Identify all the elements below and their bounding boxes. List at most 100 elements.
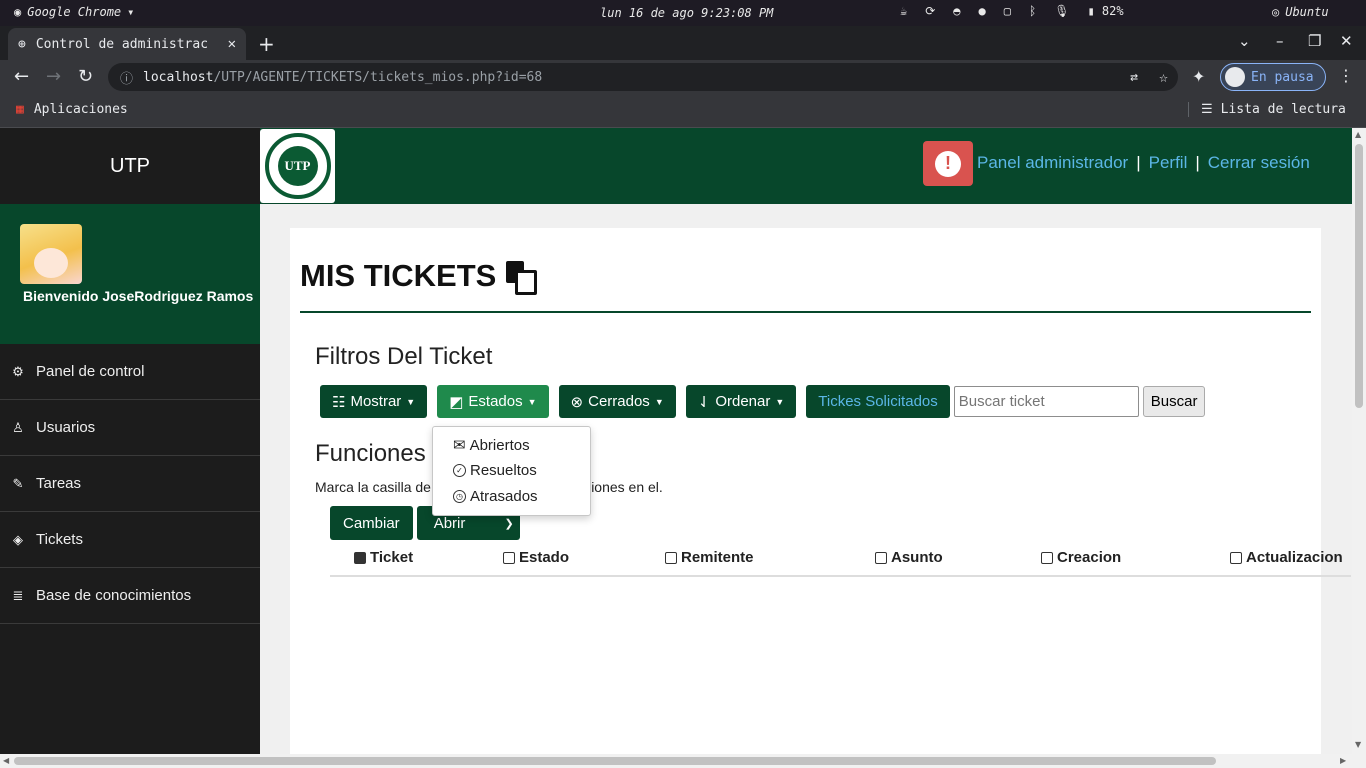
scroll-down-icon[interactable]: ▼ (1355, 740, 1361, 749)
chevron-down-icon: ▾ (127, 5, 135, 19)
x-circle-icon: ⊗ (570, 393, 584, 411)
dropdown-item-atrasados[interactable]: ◷ Atrasados (453, 488, 538, 505)
bookmark-star-icon[interactable]: ☆ (1159, 68, 1168, 86)
link-separator: | (1195, 153, 1200, 172)
header-links: Panel administrador | Perfil | Cerrar se… (977, 153, 1310, 173)
minimize-icon[interactable]: – (1276, 32, 1284, 50)
column-label: Ticket (370, 549, 414, 566)
horizontal-scrollbar[interactable]: ◀ ▶ (0, 754, 1366, 768)
close-tab-icon[interactable]: ✕ (228, 36, 236, 52)
tickes-solicitados-button[interactable]: Tickes Solicitados (806, 385, 950, 418)
apps-bookmark[interactable]: ▦ Aplicaciones (16, 102, 128, 117)
discord-icon[interactable]: ◓ (953, 4, 960, 18)
chevron-down-icon: ❯ (504, 517, 514, 530)
avatar[interactable] (20, 224, 82, 284)
coffee-icon[interactable]: ☕ (900, 4, 907, 18)
sync-icon[interactable]: ⟳ (925, 4, 935, 18)
column-label: Actualizacion (1246, 549, 1343, 566)
screen-icon[interactable]: ▢ (1004, 4, 1011, 18)
calendar-icon (1041, 551, 1053, 564)
window-close-icon[interactable]: ✕ (1340, 32, 1353, 50)
cerrar-sesion-link[interactable]: Cerrar sesión (1208, 153, 1310, 173)
back-icon[interactable]: ← (14, 66, 29, 87)
copy-icon (506, 261, 538, 295)
dropdown-item-resueltos[interactable]: ✓ Resueltos (453, 462, 537, 479)
tab-search-icon[interactable]: ⌄ (1238, 32, 1251, 50)
sidebar-item-base-de-conocimientos[interactable]: ≣ Base de conocimientos (0, 568, 260, 624)
os-app-menu[interactable]: ◉ Google Chrome ▾ (14, 5, 134, 19)
user-icon: ♙ (12, 419, 24, 435)
dropdown-item-abriertos[interactable]: ✉ Abriertos (453, 436, 530, 455)
sidebar-item-label: Usuarios (36, 419, 96, 436)
user-welcome-panel: Bienvenido JoseRodriguez Ramos (0, 204, 260, 344)
translate-icon[interactable]: ⇄ (1130, 70, 1138, 85)
scroll-left-icon[interactable]: ◀ (3, 756, 9, 765)
estados-dropdown-menu: ✉ Abriertos ✓ Resueltos ◷ Atrasados (432, 426, 591, 516)
column-estado[interactable]: Estado (503, 549, 569, 566)
estados-button[interactable]: ◩ Estados ▼ (437, 385, 549, 418)
os-user-menu[interactable]: ◎ Ubuntu (1272, 5, 1329, 19)
caret-down-icon: ▼ (654, 396, 664, 407)
cerrados-button[interactable]: ⊗ Cerrados ▼ (558, 385, 676, 418)
check-circle-icon: ✓ (453, 464, 466, 477)
dropdown-item-label: Atrasados (470, 488, 538, 505)
dropdown-item-label: Abriertos (469, 436, 530, 454)
profile-label: En pausa (1251, 69, 1314, 85)
reading-list-button[interactable]: ☰ Lista de lectura (1188, 102, 1346, 117)
search-input[interactable]: Buscar ticket (953, 386, 1139, 417)
os-clock[interactable]: lun 16 de ago 9:23:08 PM (600, 6, 773, 20)
microphone-icon[interactable]: 🎙 (1054, 4, 1069, 18)
utp-logo[interactable]: UTP (260, 129, 335, 203)
sidebar-item-tickets[interactable]: ◈ Tickets (0, 512, 260, 568)
reading-list-icon: ☰ (1201, 102, 1213, 117)
column-creacion[interactable]: Creacion (1041, 549, 1121, 566)
envelope-open-icon: ✉ (453, 437, 466, 454)
panel-admin-link[interactable]: Panel administrador (977, 153, 1128, 173)
bluetooth-icon[interactable]: ᛒ (1029, 4, 1036, 18)
sidebar-item-tareas[interactable]: ✎ Tareas (0, 456, 260, 512)
cambiar-button[interactable]: Cambiar (330, 506, 413, 540)
restore-icon[interactable]: ❐ (1308, 32, 1321, 50)
column-asunto[interactable]: Asunto (875, 549, 943, 566)
column-actualizacion[interactable]: Actualizacion (1230, 549, 1343, 566)
browser-toolbar: ← → ↻ ⓘ localhost/UTP/AGENTE/TICKETS/tic… (0, 60, 1366, 94)
tickets-table-header: Ticket Estado Remitente Asunto Creacion … (330, 542, 1351, 577)
battery-indicator[interactable]: ▮ 82% (1087, 4, 1123, 18)
battery-percent: 82% (1101, 4, 1124, 18)
sidebar-item-panel-de-control[interactable]: ⚙ Panel de control (0, 344, 260, 400)
globe-icon: ⊕ (18, 36, 26, 52)
link-separator: | (1136, 153, 1141, 172)
column-remitente[interactable]: Remitente (665, 549, 754, 566)
scroll-right-icon[interactable]: ▶ (1340, 756, 1346, 765)
new-tab-icon[interactable]: + (258, 32, 275, 56)
profile-button[interactable]: En pausa (1220, 63, 1326, 91)
os-user-name: Ubuntu (1285, 5, 1329, 19)
info-icon[interactable]: ⓘ (120, 68, 133, 87)
url-path: /UTP/AGENTE/TICKETS/tickets_mios.php?id=… (213, 69, 543, 85)
sidebar-brand[interactable]: UTP (0, 128, 260, 204)
alert-button[interactable]: ! (923, 141, 973, 186)
ordenar-button[interactable]: ⇃ Ordenar ▼ (685, 385, 797, 418)
address-bar[interactable]: ⓘ localhost/UTP/AGENTE/TICKETS/tickets_m… (108, 63, 1178, 91)
browser-tab-strip: ⊕ Control de administrac ✕ + ⌄ – ❐ ✕ (0, 26, 1366, 60)
stack-icon: ≣ (12, 587, 24, 603)
horizontal-scroll-thumb[interactable] (14, 757, 1216, 765)
column-ticket[interactable]: Ticket (354, 549, 413, 566)
sidebar: UTP Bienvenido JoseRodriguez Ramos ⚙ Pan… (0, 128, 260, 754)
vertical-scrollbar[interactable]: ▲ ▼ (1352, 128, 1366, 754)
vertical-scroll-thumb[interactable] (1355, 144, 1363, 408)
extensions-icon[interactable]: ✦ (1192, 67, 1205, 86)
tags-icon: ◈ (13, 531, 23, 547)
buscar-button[interactable]: Buscar (1142, 386, 1206, 417)
record-icon[interactable]: ● (979, 4, 986, 18)
reload-icon[interactable]: ↻ (78, 66, 93, 87)
perfil-link[interactable]: Perfil (1149, 153, 1188, 173)
person-icon (665, 551, 677, 564)
browser-tab[interactable]: ⊕ Control de administrac ✕ (8, 28, 246, 60)
forward-icon[interactable]: → (46, 66, 61, 87)
bookmarks-bar: ▦ Aplicaciones ☰ Lista de lectura (0, 94, 1366, 128)
mostrar-button[interactable]: ☷ Mostrar ▼ (320, 385, 428, 418)
scroll-up-icon[interactable]: ▲ (1355, 130, 1361, 139)
sidebar-item-usuarios[interactable]: ♙ Usuarios (0, 400, 260, 456)
browser-menu-icon[interactable]: ⋮ (1338, 66, 1354, 85)
